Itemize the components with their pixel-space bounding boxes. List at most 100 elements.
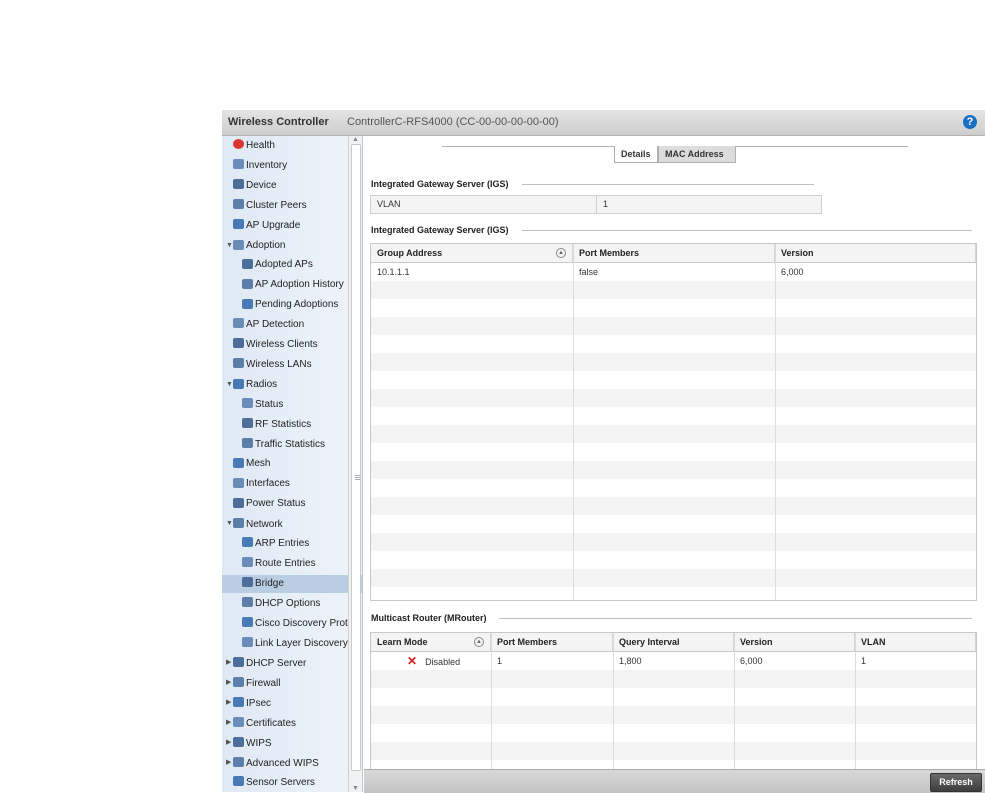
column-header-vlan[interactable]: VLAN xyxy=(855,633,976,651)
expanded-arrow-icon[interactable]: ▼ xyxy=(226,237,233,255)
collapsed-arrow-icon[interactable]: ▶ xyxy=(226,734,233,752)
sort-icon[interactable]: ▲ xyxy=(556,248,566,258)
collapsed-arrow-icon[interactable]: ▶ xyxy=(226,714,233,732)
sidebar-item-arp-entries[interactable]: ARP Entries xyxy=(222,535,362,553)
table-row xyxy=(371,407,976,425)
column-header-port-members[interactable]: Port Members xyxy=(573,244,775,262)
sidebar-item-wireless-lans[interactable]: Wireless LANs xyxy=(222,356,359,374)
sidebar-item-bridge[interactable]: Bridge xyxy=(222,574,362,593)
table-row xyxy=(371,389,976,407)
sidebar-item-network[interactable]: ▼ Network xyxy=(222,515,352,533)
sidebar-item-route-entries[interactable]: Route Entries xyxy=(222,555,362,573)
column-divider xyxy=(855,633,856,773)
sidebar-item-label: Cluster Peers xyxy=(246,199,307,211)
column-header-version[interactable]: Version xyxy=(775,244,976,262)
sidebar-item-label: Network xyxy=(246,518,283,530)
table-row[interactable]: ✕ Disabled 1 1,800 6,000 1 xyxy=(371,652,976,670)
adoption-icon xyxy=(233,239,244,250)
ipsec-icon xyxy=(233,697,244,708)
table-row xyxy=(371,335,976,353)
column-header-query-interval[interactable]: Query Interval xyxy=(613,633,734,651)
table-row xyxy=(371,317,976,335)
sidebar-item-rf-statistics[interactable]: RF Statistics xyxy=(222,416,362,434)
table-row xyxy=(371,371,976,389)
sidebar-item-power-status[interactable]: Power Status xyxy=(222,495,359,513)
sidebar-item-wireless-clients[interactable]: Wireless Clients xyxy=(222,336,359,354)
sidebar-item-status[interactable]: Status xyxy=(222,396,362,414)
sidebar-item-radios[interactable]: ▼ Radios xyxy=(222,376,352,394)
sidebar-item-interfaces[interactable]: Interfaces xyxy=(222,475,359,493)
arp-entries-icon xyxy=(242,537,253,548)
sidebar-item-label: Adopted APs xyxy=(255,259,313,271)
sidebar-item-label: Cisco Discovery Prot xyxy=(255,617,348,629)
column-header-group-address[interactable]: Group Address ▲ xyxy=(371,244,573,262)
sidebar-item-ap-upgrade[interactable]: AP Upgrade xyxy=(222,217,359,235)
sidebar-item-wips[interactable]: ▶ WIPS xyxy=(222,734,352,752)
sensor-servers-icon xyxy=(233,776,244,787)
sidebar-item-ipsec[interactable]: ▶ IPsec xyxy=(222,694,352,712)
firewall-icon xyxy=(233,677,244,688)
sidebar-item-ap-detection[interactable]: AP Detection xyxy=(222,316,359,334)
sidebar-item-label: ARP Entries xyxy=(255,538,310,549)
ap-detection-icon xyxy=(233,318,244,329)
table-cell: 10.1.1.1 xyxy=(371,263,410,281)
column-header-version[interactable]: Version xyxy=(734,633,855,651)
table-row xyxy=(371,461,976,479)
sidebar-item-link-layer-discovery[interactable]: Link Layer Discovery xyxy=(222,635,362,653)
column-header-label: Learn Mode xyxy=(377,637,428,647)
wips-icon xyxy=(233,737,244,747)
sidebar-item-inventory[interactable]: Inventory xyxy=(222,157,359,175)
sidebar-item-cisco-discovery-prot[interactable]: Cisco Discovery Prot xyxy=(222,615,362,633)
expanded-arrow-icon[interactable]: ▼ xyxy=(226,376,233,394)
table-row xyxy=(371,281,976,299)
sidebar-item-dhcp-options[interactable]: DHCP Options xyxy=(222,595,362,613)
mrouter-table: Learn Mode ▲ Port Members Query Interval Ver… xyxy=(370,632,977,774)
collapsed-arrow-icon[interactable]: ▶ xyxy=(226,694,233,712)
sidebar: Health Inventory Device Cluster Peers AP Upg… xyxy=(222,136,363,792)
sidebar-item-label: IPsec xyxy=(246,697,272,709)
sidebar-item-mesh[interactable]: Mesh xyxy=(222,455,359,473)
collapsed-arrow-icon[interactable]: ▶ xyxy=(226,754,233,772)
sidebar-scrollbar[interactable]: ▲ ▼ xyxy=(348,136,361,792)
sidebar-item-sensor-servers[interactable]: Sensor Servers xyxy=(222,774,359,792)
mesh-icon xyxy=(233,457,244,468)
sidebar-item-dhcp-server[interactable]: ▶ DHCP Server xyxy=(222,654,352,672)
tab-details[interactable]: Details xyxy=(614,146,658,163)
sidebar-item-device[interactable]: Device xyxy=(222,177,359,195)
expanded-arrow-icon[interactable]: ▼ xyxy=(226,515,233,533)
collapsed-arrow-icon[interactable]: ▶ xyxy=(226,674,233,692)
column-header-learn-mode[interactable]: Learn Mode ▲ xyxy=(371,633,491,651)
main-panel: Details MAC Address Integrated Gateway S… xyxy=(364,136,985,774)
table-header: Group Address ▲ Port Members Version xyxy=(371,244,976,263)
sidebar-item-health[interactable]: Health xyxy=(222,137,359,155)
refresh-button[interactable]: Refresh xyxy=(930,773,982,792)
sidebar-item-cluster-peers[interactable]: Cluster Peers xyxy=(222,197,359,215)
cluster-icon xyxy=(233,199,244,210)
sidebar-item-advanced-wips[interactable]: ▶ Advanced WIPS xyxy=(222,754,352,772)
adopted-aps-icon xyxy=(242,258,253,269)
table-row xyxy=(371,515,976,533)
help-icon[interactable]: ? xyxy=(963,115,977,129)
radio-status-icon xyxy=(242,398,253,409)
sidebar-item-adoption[interactable]: ▼ Adoption xyxy=(222,237,352,255)
sidebar-item-pending-adoptions[interactable]: Pending Adoptions xyxy=(222,296,362,314)
sidebar-item-firewall[interactable]: ▶ Firewall xyxy=(222,674,352,692)
sort-icon[interactable]: ▲ xyxy=(474,637,484,647)
column-divider xyxy=(613,633,614,773)
tab-mac-address[interactable]: MAC Address xyxy=(658,146,736,163)
sidebar-item-label: Inventory xyxy=(246,159,288,171)
table-row xyxy=(371,670,976,688)
sidebar-item-traffic-statistics[interactable]: Traffic Statistics xyxy=(222,436,362,454)
sidebar-item-ap-adoption-history[interactable]: AP Adoption History xyxy=(222,276,362,294)
collapsed-arrow-icon[interactable]: ▶ xyxy=(226,654,233,672)
scroll-down-icon[interactable]: ▼ xyxy=(352,785,359,792)
sidebar-item-certificates[interactable]: ▶ Certificates xyxy=(222,714,352,732)
scrollbar-thumb[interactable] xyxy=(351,144,361,771)
table-row xyxy=(371,742,976,760)
sidebar-item-adopted-aps[interactable]: Adopted APs xyxy=(222,256,362,274)
column-header-port-members[interactable]: Port Members xyxy=(491,633,613,651)
inventory-icon xyxy=(233,159,244,170)
rf-statistics-icon xyxy=(242,417,253,428)
table-row[interactable]: 10.1.1.1 false 6,000 xyxy=(371,263,976,281)
scroll-up-icon[interactable]: ▲ xyxy=(352,136,359,143)
